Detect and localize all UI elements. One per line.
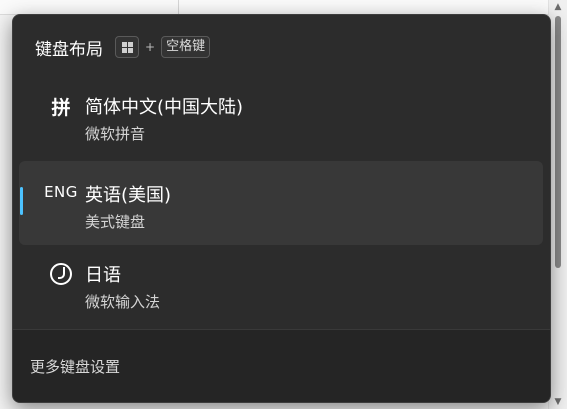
layout-item-english[interactable]: ENG 英语(美国) 美式键盘	[19, 161, 543, 245]
layout-subtitle: 美式键盘	[85, 213, 146, 231]
scroll-down-arrow-icon[interactable]: ▼	[549, 395, 567, 409]
selected-indicator	[20, 187, 23, 215]
shortcut-plus: +	[145, 40, 156, 54]
background-toolbar	[0, 0, 548, 15]
windows-logo-icon	[115, 36, 139, 58]
layout-subtitle: 微软拼音	[85, 125, 146, 143]
keyboard-layout-flyout: 键盘布局 + 空格键 拼 简体中文(中国大陆) 微软拼音 ENG 英语(美国) …	[12, 14, 551, 403]
layout-name: 英语(美国)	[85, 185, 172, 206]
layout-subtitle: 微软输入法	[85, 293, 161, 311]
japanese-ime-icon	[39, 249, 83, 329]
eng-glyph-icon: ENG	[44, 183, 78, 201]
pinyin-glyph-icon: 拼	[51, 97, 71, 119]
more-keyboard-settings-link[interactable]: 更多键盘设置	[30, 356, 120, 377]
scroll-up-arrow-icon[interactable]: ▲	[549, 0, 567, 14]
layout-item-japanese[interactable]: 日语 微软输入法	[19, 249, 543, 329]
space-key-hint: 空格键	[161, 36, 211, 58]
layout-item-chinese[interactable]: 拼 简体中文(中国大陆) 微软拼音	[19, 77, 543, 157]
layout-name: 日语	[85, 265, 121, 286]
scrollbar-thumb[interactable]	[555, 16, 561, 268]
flyout-footer: 更多键盘设置	[13, 329, 550, 402]
flyout-title: 键盘布局	[35, 39, 103, 60]
layout-name: 简体中文(中国大陆)	[85, 97, 244, 118]
flyout-header: 键盘布局 + 空格键	[35, 33, 211, 61]
background-divider	[178, 0, 179, 14]
